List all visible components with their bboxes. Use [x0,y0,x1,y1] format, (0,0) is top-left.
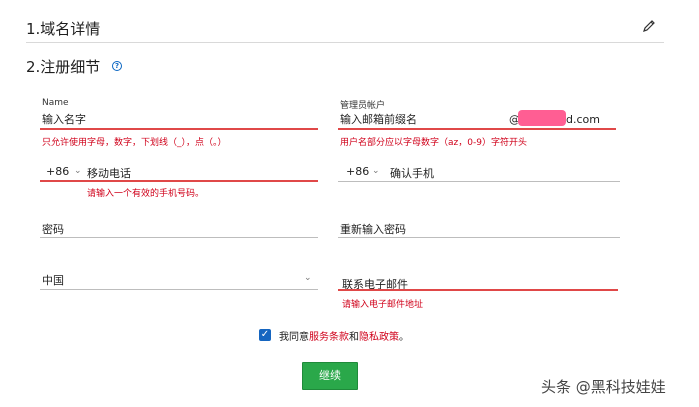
question-icon[interactable]: ? [112,61,122,71]
redacted-mark [518,110,566,126]
admin-underline [338,128,616,130]
name-label: Name [42,98,69,108]
chevron-down-icon[interactable]: ⌄ [74,166,82,176]
name-input[interactable]: 输入名字 [42,111,86,127]
contact-email-error: 请输入电子邮件地址 [342,300,424,310]
confirm-mobile-input[interactable]: 确认手机 [390,165,434,181]
confirm-mobile-country-code[interactable]: +86 [346,165,369,178]
watermark-text: 头条 @黑科技娃娃 [541,378,666,396]
admin-label: 管理员帐户 [340,101,386,111]
agree-prefix: 我同意 [279,332,309,343]
edit-pencil-icon[interactable] [642,18,656,32]
terms-link[interactable]: 服务条款 [309,332,349,343]
mobile-error: 请输入一个有效的手机号码。 [87,189,205,199]
mobile-input[interactable]: 移动电话 [87,165,131,181]
name-underline [40,128,318,130]
privacy-link[interactable]: 隐私政策 [359,332,399,343]
country-select[interactable]: 中国 [42,272,64,288]
password-input[interactable]: 密码 [42,221,64,237]
confirm-mobile-underline [338,181,620,182]
country-underline [40,289,318,290]
section1-title: 1.域名详情 [26,20,101,38]
mobile-country-code[interactable]: +86 [46,165,69,178]
password-confirm-input[interactable]: 重新输入密码 [340,221,406,237]
chevron-down-icon[interactable]: ⌄ [304,273,312,283]
contact-email-underline [338,289,618,291]
agree-checkbox[interactable]: ✓ [259,329,271,341]
name-error: 只允许使用字母，数字，下划线（_），点（。） [42,138,227,148]
password-confirm-underline [338,237,620,238]
password-underline [40,237,318,238]
agree-suffix: 。 [399,332,409,343]
agreement-text: 我同意服务条款和隐私政策。 [279,328,409,343]
admin-input[interactable]: 输入邮箱前缀名 [340,111,417,127]
section2-title: 2.注册细节 [26,58,101,76]
admin-domain-suffix: d.com [566,113,600,126]
chevron-down-icon[interactable]: ⌄ [372,166,380,176]
continue-button[interactable]: 继续 [302,362,358,390]
section1-divider [26,42,664,43]
agree-and: 和 [349,332,359,343]
mobile-underline [40,180,318,182]
admin-error: 用户名部分应以字母数字（az，0-9）字符开头 [340,138,527,148]
